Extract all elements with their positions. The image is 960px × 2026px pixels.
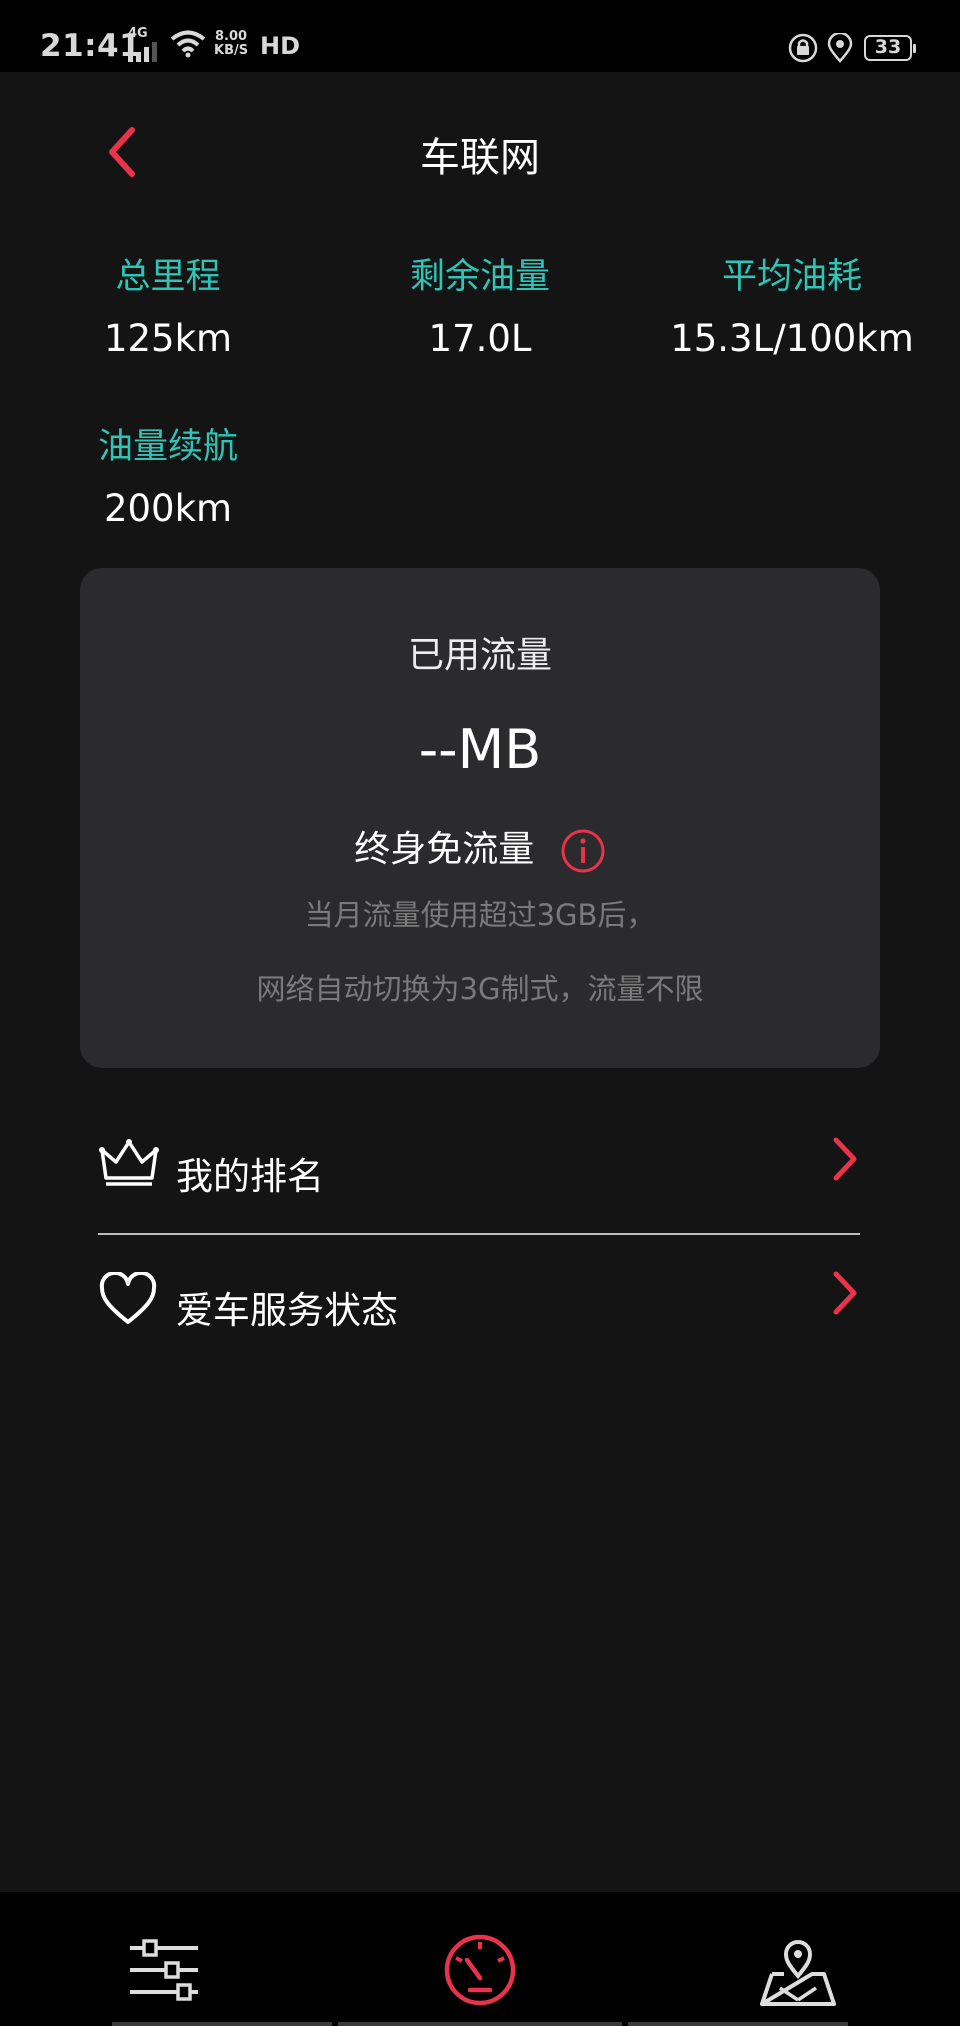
lifetime-free-data: 终身免流量	[80, 820, 880, 874]
tab-indicator	[628, 2022, 848, 2026]
menu-item-my-ranking[interactable]: 我的排名	[98, 1110, 860, 1220]
menu-item-label: 爱车服务状态	[176, 1289, 398, 1332]
status-bar: 21:41 4G 8.00 KB/S HD 33	[0, 0, 960, 72]
data-usage-card: 已用流量 --MB 终身免流量 当月流量使用超过3GB后， 网络自动切换为3G制…	[80, 568, 880, 1068]
location-icon	[827, 33, 853, 63]
menu-item-label: 我的排名	[176, 1155, 324, 1198]
stat-label: 油量续航	[97, 427, 238, 467]
lifetime-free-label: 终身免流量	[354, 829, 535, 870]
page-title: 车联网	[420, 135, 540, 181]
crown-icon	[99, 1139, 159, 1186]
stat-total-mileage: 总里程 125km	[18, 248, 318, 360]
data-usage-amount: --MB	[418, 718, 542, 781]
map-pin-icon[interactable]	[758, 1930, 838, 2010]
stat-label: 平均油耗	[721, 257, 862, 297]
net-speed-value: 8.00	[215, 29, 248, 44]
stat-value: 17.0L	[428, 317, 532, 360]
hd-badge: HD	[260, 32, 301, 60]
battery-icon: 33	[864, 35, 916, 61]
info-icon[interactable]	[560, 828, 606, 874]
stat-remaining-fuel: 剩余油量 17.0L	[330, 248, 630, 360]
sliders-icon[interactable]	[124, 1930, 204, 2010]
stat-value: 200km	[103, 487, 233, 530]
speedometer-icon[interactable]	[440, 1930, 520, 2010]
tab-indicator	[112, 2022, 332, 2026]
menu-item-car-service-status[interactable]: 爱车服务状态	[98, 1244, 860, 1354]
status-time: 21:41	[40, 28, 142, 64]
stat-fuel-range: 油量续航 200km	[18, 418, 318, 530]
chevron-right-icon	[833, 1137, 857, 1181]
data-note-line2: 网络自动切换为3G制式，流量不限	[256, 972, 704, 1006]
stat-label: 剩余油量	[409, 257, 550, 297]
rotation-lock-icon	[788, 33, 818, 63]
signal-icon	[128, 42, 157, 62]
chevron-right-icon	[833, 1271, 857, 1315]
stat-label: 总里程	[115, 257, 221, 297]
data-usage-title: 已用流量	[407, 635, 552, 676]
wifi-icon	[170, 30, 206, 58]
stat-value: 15.3L/100km	[670, 317, 914, 360]
stat-average-consumption: 平均油耗 15.3L/100km	[642, 248, 942, 360]
network-type: 4G	[128, 26, 148, 41]
tab-indicator	[338, 2022, 622, 2026]
divider	[98, 1233, 860, 1235]
data-note-line1: 当月流量使用超过3GB后，	[304, 898, 656, 932]
heart-icon	[99, 1272, 157, 1324]
battery-level: 33	[874, 36, 902, 58]
stat-value: 125km	[103, 317, 233, 360]
net-speed-unit: KB/S	[214, 43, 249, 58]
bottom-tab-bar	[0, 1892, 960, 2026]
net-speed: 8.00 KB/S	[214, 30, 248, 58]
